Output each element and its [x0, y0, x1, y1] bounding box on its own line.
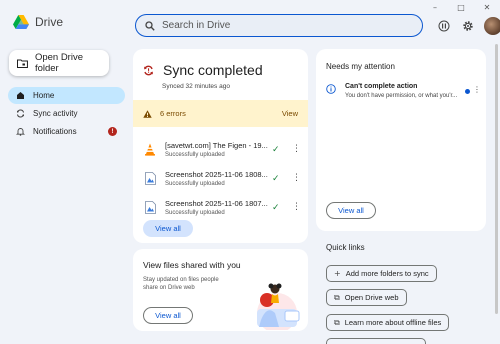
sidebar-nav: Home Sync activity Notifications ! [8, 87, 125, 141]
view-all-sync-button[interactable]: View all [143, 220, 193, 237]
needs-attention-title: Needs my attention [326, 62, 395, 71]
check-icon: ✓ [272, 145, 280, 155]
warning-icon [143, 109, 152, 118]
file-name: [savetwt.com] The Figen - 19... [165, 141, 268, 150]
folder-icon [17, 59, 28, 68]
info-icon [326, 84, 336, 94]
file-status: Successfully uploaded [165, 152, 225, 158]
app-brand: Drive [13, 15, 63, 29]
file-name: Screenshot 2025-11-06 1808... [165, 170, 268, 179]
file-status: Successfully uploaded [165, 210, 225, 216]
more-options-icon[interactable]: ⋮ [292, 144, 301, 154]
add-folders-link[interactable]: + Add more folders to sync [326, 265, 437, 282]
unread-dot [465, 89, 470, 94]
search-input[interactable] [162, 20, 402, 31]
sync-title: Sync completed [163, 62, 263, 78]
shared-files-title: View files shared with you [143, 260, 241, 270]
drive-logo-icon [13, 15, 29, 29]
vlc-icon [143, 143, 157, 157]
errors-label: 6 errors [160, 109, 186, 118]
list-item[interactable]: Screenshot 2025-11-06 1808... Successful… [133, 164, 308, 193]
sidebar-item-label: Notifications [33, 127, 77, 136]
window-controls: – □ ✕ [422, 0, 500, 14]
sync-error-icon [144, 65, 153, 75]
sync-status-card: Sync completed Synced 32 minutes ago 6 e… [133, 49, 308, 243]
open-external-icon: ⧉ [334, 292, 340, 302]
shared-files-card: View files shared with you Stay updated … [133, 249, 308, 331]
file-status: Successfully uploaded [165, 181, 225, 187]
home-icon [17, 92, 24, 99]
minimize-button[interactable]: – [422, 0, 448, 14]
shared-files-description: Stay updated on files people share on Dr… [143, 277, 219, 291]
quick-link-partial[interactable]: ⧉ [326, 338, 426, 344]
list-item[interactable]: Screenshot 2025-11-06 1807... Successful… [133, 193, 308, 222]
notification-badge: ! [108, 127, 117, 136]
open-external-icon: ⧉ [334, 317, 340, 327]
sync-header: Sync completed [143, 62, 263, 78]
bell-icon [16, 128, 25, 136]
sync-subtitle: Synced 32 minutes ago [162, 83, 230, 90]
file-name: Screenshot 2025-11-06 1807... [165, 199, 268, 208]
quick-link-label: Add more folders to sync [345, 269, 429, 278]
scrollbar[interactable] [495, 44, 498, 314]
view-all-attention-button[interactable]: View all [326, 202, 376, 219]
open-drive-folder-label: Open Drive folder [34, 52, 83, 74]
check-icon: ✓ [272, 174, 280, 184]
view-all-shared-button[interactable]: View all [143, 307, 193, 324]
app-name: Drive [35, 15, 64, 29]
shared-files-illustration [257, 283, 300, 330]
pause-icon [438, 20, 450, 32]
sidebar-item-notifications[interactable]: Notifications ! [8, 123, 125, 140]
view-errors-button[interactable]: View [282, 109, 298, 118]
sidebar-item-home[interactable]: Home [8, 87, 125, 104]
maximize-button[interactable]: □ [448, 0, 474, 14]
list-item[interactable]: [savetwt.com] The Figen - 19... Successf… [133, 135, 308, 164]
sidebar-item-sync-activity[interactable]: Sync activity [8, 105, 125, 122]
quick-link-label: Learn more about offline files [344, 318, 442, 327]
more-options-icon[interactable]: ⋮ [473, 85, 481, 94]
avatar[interactable] [484, 17, 500, 35]
open-drive-folder-button[interactable]: Open Drive folder [9, 50, 109, 76]
learn-offline-files-link[interactable]: ⧉ Learn more about offline files [326, 314, 450, 331]
open-drive-web-link[interactable]: ⧉ Open Drive web [326, 289, 407, 306]
errors-banner[interactable]: 6 errors View [133, 100, 308, 127]
search-icon [145, 20, 155, 31]
plus-icon: + [334, 269, 341, 278]
search-bar[interactable] [135, 14, 423, 37]
sync-icon [17, 109, 24, 118]
image-file-icon [143, 172, 157, 186]
recent-files-list: [savetwt.com] The Figen - 19... Successf… [133, 135, 308, 222]
attention-item-title: Can't complete action [345, 83, 418, 90]
attention-item-description: You don't have permission, or what you'r… [345, 93, 458, 99]
check-icon: ✓ [272, 203, 280, 213]
sidebar-item-label: Home [33, 91, 55, 100]
sidebar-item-label: Sync activity [33, 109, 78, 118]
more-options-icon[interactable]: ⋮ [292, 173, 301, 183]
top-actions [436, 17, 500, 35]
more-options-icon[interactable]: ⋮ [292, 202, 301, 212]
quick-link-label: Open Drive web [344, 293, 399, 302]
pause-sync-button[interactable] [436, 18, 452, 34]
image-file-icon [143, 201, 157, 215]
quick-links-title: Quick links [326, 243, 365, 252]
gear-icon [463, 21, 473, 31]
needs-attention-card: Needs my attention Can't complete action… [316, 49, 486, 231]
settings-button[interactable] [460, 18, 476, 34]
close-button[interactable]: ✕ [474, 0, 500, 14]
